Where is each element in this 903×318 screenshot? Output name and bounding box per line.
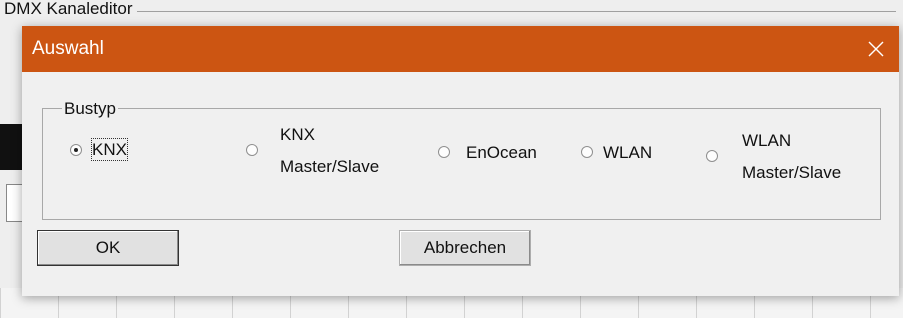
radio-enocean[interactable]: EnOcean bbox=[438, 142, 568, 168]
radio-knx-master-slave-label-line1[interactable]: KNX bbox=[280, 124, 315, 145]
radio-knx-label[interactable]: KNX bbox=[91, 138, 128, 161]
radio-selected-dot bbox=[74, 148, 78, 152]
radio-wlan[interactable]: WLAN bbox=[581, 142, 681, 168]
radio-knx-master-slave[interactable]: KNX Master/Slave bbox=[246, 124, 416, 180]
radio-enocean-circle[interactable] bbox=[438, 146, 450, 158]
radio-knx-master-slave-circle[interactable] bbox=[246, 144, 258, 156]
close-icon bbox=[868, 41, 884, 57]
radio-wlan-circle[interactable] bbox=[581, 146, 593, 158]
dialog-titlebar[interactable]: Auswahl bbox=[22, 26, 899, 72]
radio-knx-master-slave-label-line2[interactable]: Master/Slave bbox=[280, 156, 379, 177]
ok-button[interactable]: OK bbox=[37, 230, 179, 266]
cancel-button[interactable]: Abbrechen bbox=[399, 230, 531, 266]
radio-wlan-label[interactable]: WLAN bbox=[603, 142, 652, 163]
close-button[interactable] bbox=[853, 26, 899, 72]
radio-enocean-label[interactable]: EnOcean bbox=[466, 142, 537, 163]
radio-knx-circle[interactable] bbox=[70, 144, 82, 156]
dialog-title: Auswahl bbox=[32, 38, 104, 59]
bustyp-group-label: Bustyp bbox=[62, 99, 118, 118]
selection-dialog: Auswahl Bustyp KNX KNX Master/Slave EnOc… bbox=[22, 26, 899, 296]
radio-knx[interactable]: KNX bbox=[70, 136, 180, 166]
radio-wlan-master-slave-circle[interactable] bbox=[706, 150, 718, 162]
radio-wlan-master-slave-label-line2[interactable]: Master/Slave bbox=[742, 162, 841, 183]
background-control bbox=[0, 124, 22, 170]
radio-wlan-master-slave[interactable]: WLAN Master/Slave bbox=[706, 130, 876, 188]
radio-wlan-master-slave-label-line1[interactable]: WLAN bbox=[742, 130, 791, 151]
background-frame-border bbox=[56, 11, 896, 12]
background-window-title: DMX Kanaleditor bbox=[4, 0, 137, 18]
